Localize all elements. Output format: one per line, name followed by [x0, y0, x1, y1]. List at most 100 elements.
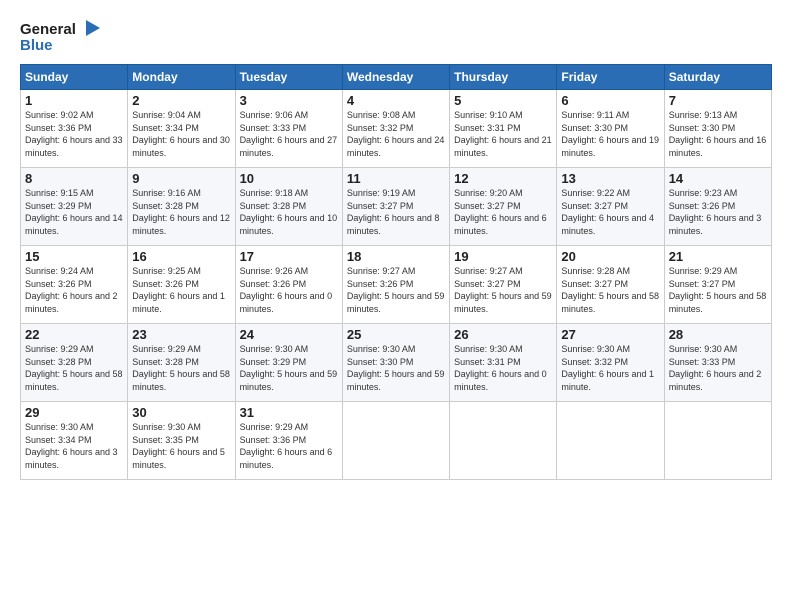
logo-icon: General Blue: [20, 16, 100, 54]
day-number: 27: [561, 327, 659, 342]
day-info: Sunrise: 9:28 AM Sunset: 3:27 PM Dayligh…: [561, 265, 659, 315]
day-number: 2: [132, 93, 230, 108]
day-number: 30: [132, 405, 230, 420]
calendar-week: 8 Sunrise: 9:15 AM Sunset: 3:29 PM Dayli…: [21, 168, 772, 246]
day-number: 10: [240, 171, 338, 186]
day-info: Sunrise: 9:18 AM Sunset: 3:28 PM Dayligh…: [240, 187, 338, 237]
page: General Blue SundayMondayTuesdayWednesda…: [0, 0, 792, 612]
day-info: Sunrise: 9:11 AM Sunset: 3:30 PM Dayligh…: [561, 109, 659, 159]
day-info: Sunrise: 9:22 AM Sunset: 3:27 PM Dayligh…: [561, 187, 659, 237]
calendar-header: SundayMondayTuesdayWednesdayThursdayFrid…: [21, 65, 772, 90]
day-number: 1: [25, 93, 123, 108]
calendar-day: 2 Sunrise: 9:04 AM Sunset: 3:34 PM Dayli…: [128, 90, 235, 168]
calendar-day: 10 Sunrise: 9:18 AM Sunset: 3:28 PM Dayl…: [235, 168, 342, 246]
day-number: 7: [669, 93, 767, 108]
calendar-day: 6 Sunrise: 9:11 AM Sunset: 3:30 PM Dayli…: [557, 90, 664, 168]
day-number: 13: [561, 171, 659, 186]
calendar-day: 23 Sunrise: 9:29 AM Sunset: 3:28 PM Dayl…: [128, 324, 235, 402]
weekday-header: Monday: [128, 65, 235, 90]
calendar-body: 1 Sunrise: 9:02 AM Sunset: 3:36 PM Dayli…: [21, 90, 772, 480]
day-number: 6: [561, 93, 659, 108]
calendar-day: 8 Sunrise: 9:15 AM Sunset: 3:29 PM Dayli…: [21, 168, 128, 246]
day-info: Sunrise: 9:15 AM Sunset: 3:29 PM Dayligh…: [25, 187, 123, 237]
day-number: 11: [347, 171, 445, 186]
day-info: Sunrise: 9:29 AM Sunset: 3:28 PM Dayligh…: [25, 343, 123, 393]
weekday-header: Friday: [557, 65, 664, 90]
day-info: Sunrise: 9:10 AM Sunset: 3:31 PM Dayligh…: [454, 109, 552, 159]
day-info: Sunrise: 9:30 AM Sunset: 3:31 PM Dayligh…: [454, 343, 552, 393]
day-info: Sunrise: 9:27 AM Sunset: 3:27 PM Dayligh…: [454, 265, 552, 315]
calendar-day: 11 Sunrise: 9:19 AM Sunset: 3:27 PM Dayl…: [342, 168, 449, 246]
day-number: 9: [132, 171, 230, 186]
weekday-header: Sunday: [21, 65, 128, 90]
svg-text:Blue: Blue: [20, 37, 53, 54]
header: General Blue: [20, 16, 772, 54]
weekday-header: Saturday: [664, 65, 771, 90]
day-number: 29: [25, 405, 123, 420]
day-number: 8: [25, 171, 123, 186]
day-number: 18: [347, 249, 445, 264]
day-info: Sunrise: 9:29 AM Sunset: 3:36 PM Dayligh…: [240, 421, 338, 471]
day-number: 21: [669, 249, 767, 264]
day-number: 25: [347, 327, 445, 342]
day-info: Sunrise: 9:27 AM Sunset: 3:26 PM Dayligh…: [347, 265, 445, 315]
svg-text:General: General: [20, 21, 76, 38]
day-info: Sunrise: 9:23 AM Sunset: 3:26 PM Dayligh…: [669, 187, 767, 237]
day-info: Sunrise: 9:19 AM Sunset: 3:27 PM Dayligh…: [347, 187, 445, 237]
calendar-day: 25 Sunrise: 9:30 AM Sunset: 3:30 PM Dayl…: [342, 324, 449, 402]
calendar-day: 30 Sunrise: 9:30 AM Sunset: 3:35 PM Dayl…: [128, 402, 235, 480]
calendar-week: 22 Sunrise: 9:29 AM Sunset: 3:28 PM Dayl…: [21, 324, 772, 402]
day-number: 23: [132, 327, 230, 342]
logo: General Blue: [20, 16, 100, 54]
weekday-header: Tuesday: [235, 65, 342, 90]
day-info: Sunrise: 9:24 AM Sunset: 3:26 PM Dayligh…: [25, 265, 123, 315]
day-number: 15: [25, 249, 123, 264]
calendar-week: 29 Sunrise: 9:30 AM Sunset: 3:34 PM Dayl…: [21, 402, 772, 480]
calendar-day: [342, 402, 449, 480]
day-info: Sunrise: 9:25 AM Sunset: 3:26 PM Dayligh…: [132, 265, 230, 315]
day-number: 16: [132, 249, 230, 264]
calendar-day: 16 Sunrise: 9:25 AM Sunset: 3:26 PM Dayl…: [128, 246, 235, 324]
calendar-day: 9 Sunrise: 9:16 AM Sunset: 3:28 PM Dayli…: [128, 168, 235, 246]
day-info: Sunrise: 9:30 AM Sunset: 3:35 PM Dayligh…: [132, 421, 230, 471]
calendar-day: 21 Sunrise: 9:29 AM Sunset: 3:27 PM Dayl…: [664, 246, 771, 324]
day-number: 4: [347, 93, 445, 108]
day-number: 20: [561, 249, 659, 264]
day-number: 31: [240, 405, 338, 420]
day-info: Sunrise: 9:30 AM Sunset: 3:33 PM Dayligh…: [669, 343, 767, 393]
day-info: Sunrise: 9:08 AM Sunset: 3:32 PM Dayligh…: [347, 109, 445, 159]
day-info: Sunrise: 9:30 AM Sunset: 3:29 PM Dayligh…: [240, 343, 338, 393]
weekday-header: Wednesday: [342, 65, 449, 90]
calendar-day: 17 Sunrise: 9:26 AM Sunset: 3:26 PM Dayl…: [235, 246, 342, 324]
calendar-day: [664, 402, 771, 480]
calendar-day: 12 Sunrise: 9:20 AM Sunset: 3:27 PM Dayl…: [450, 168, 557, 246]
calendar-day: 20 Sunrise: 9:28 AM Sunset: 3:27 PM Dayl…: [557, 246, 664, 324]
calendar-day: 4 Sunrise: 9:08 AM Sunset: 3:32 PM Dayli…: [342, 90, 449, 168]
day-number: 12: [454, 171, 552, 186]
day-info: Sunrise: 9:29 AM Sunset: 3:28 PM Dayligh…: [132, 343, 230, 393]
day-info: Sunrise: 9:26 AM Sunset: 3:26 PM Dayligh…: [240, 265, 338, 315]
day-number: 14: [669, 171, 767, 186]
day-info: Sunrise: 9:30 AM Sunset: 3:30 PM Dayligh…: [347, 343, 445, 393]
calendar-day: 1 Sunrise: 9:02 AM Sunset: 3:36 PM Dayli…: [21, 90, 128, 168]
calendar-day: 3 Sunrise: 9:06 AM Sunset: 3:33 PM Dayli…: [235, 90, 342, 168]
day-info: Sunrise: 9:29 AM Sunset: 3:27 PM Dayligh…: [669, 265, 767, 315]
day-info: Sunrise: 9:20 AM Sunset: 3:27 PM Dayligh…: [454, 187, 552, 237]
calendar-day: 31 Sunrise: 9:29 AM Sunset: 3:36 PM Dayl…: [235, 402, 342, 480]
calendar-day: 5 Sunrise: 9:10 AM Sunset: 3:31 PM Dayli…: [450, 90, 557, 168]
day-number: 24: [240, 327, 338, 342]
day-number: 5: [454, 93, 552, 108]
day-info: Sunrise: 9:04 AM Sunset: 3:34 PM Dayligh…: [132, 109, 230, 159]
day-info: Sunrise: 9:30 AM Sunset: 3:32 PM Dayligh…: [561, 343, 659, 393]
day-number: 17: [240, 249, 338, 264]
calendar-week: 15 Sunrise: 9:24 AM Sunset: 3:26 PM Dayl…: [21, 246, 772, 324]
day-info: Sunrise: 9:30 AM Sunset: 3:34 PM Dayligh…: [25, 421, 123, 471]
calendar-day: 13 Sunrise: 9:22 AM Sunset: 3:27 PM Dayl…: [557, 168, 664, 246]
day-info: Sunrise: 9:16 AM Sunset: 3:28 PM Dayligh…: [132, 187, 230, 237]
calendar-week: 1 Sunrise: 9:02 AM Sunset: 3:36 PM Dayli…: [21, 90, 772, 168]
calendar-day: 14 Sunrise: 9:23 AM Sunset: 3:26 PM Dayl…: [664, 168, 771, 246]
calendar: SundayMondayTuesdayWednesdayThursdayFrid…: [20, 64, 772, 480]
day-number: 22: [25, 327, 123, 342]
calendar-day: 27 Sunrise: 9:30 AM Sunset: 3:32 PM Dayl…: [557, 324, 664, 402]
calendar-day: 26 Sunrise: 9:30 AM Sunset: 3:31 PM Dayl…: [450, 324, 557, 402]
